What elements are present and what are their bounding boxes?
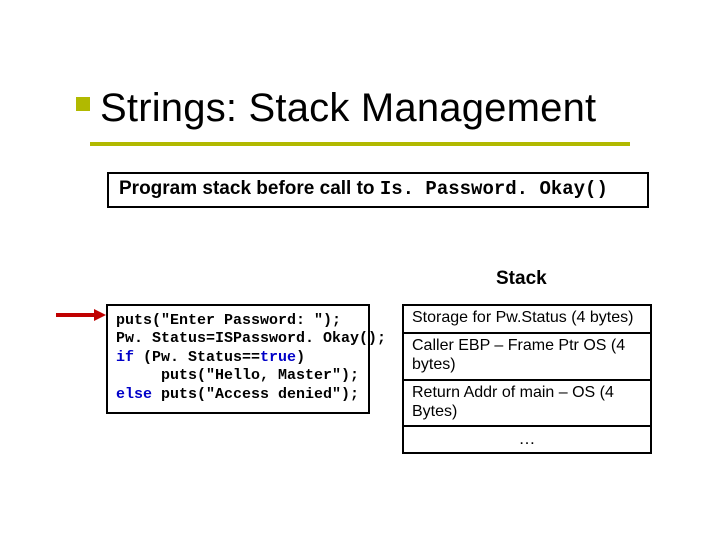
code-keyword-if: if (116, 349, 134, 366)
stack-row: Return Addr of main – OS (4 Bytes) (404, 379, 650, 426)
code-keyword-else: else (116, 386, 152, 403)
code-line: Pw. Status=ISPassword. Okay(); (116, 330, 386, 347)
stack-row: Caller EBP – Frame Ptr OS (4 bytes) (404, 332, 650, 379)
code-box: puts("Enter Password: "); Pw. Status=ISP… (106, 304, 370, 414)
title-underline (90, 142, 630, 146)
code-line: puts("Access denied"); (152, 386, 359, 403)
stack-row-ellipsis: … (404, 425, 650, 452)
slide-title: Strings: Stack Management (100, 86, 596, 131)
code-line: (Pw. Status== (134, 349, 260, 366)
caption-lead: Program stack before call to (119, 178, 380, 199)
arrow-icon (56, 311, 108, 319)
code-line: puts("Hello, Master"); (116, 367, 359, 384)
caption-code: Is. Password. Okay() (380, 178, 608, 200)
code-keyword-true: true (260, 349, 296, 366)
stack-heading: Stack (496, 268, 547, 290)
caption-box: Program stack before call to Is. Passwor… (107, 172, 649, 208)
stack-row: Storage for Pw.Status (4 bytes) (404, 306, 650, 332)
slide-left-square (76, 97, 90, 111)
stack-table: Storage for Pw.Status (4 bytes) Caller E… (402, 304, 652, 454)
code-line: ) (296, 349, 305, 366)
code-line: puts("Enter Password: "); (116, 312, 341, 329)
